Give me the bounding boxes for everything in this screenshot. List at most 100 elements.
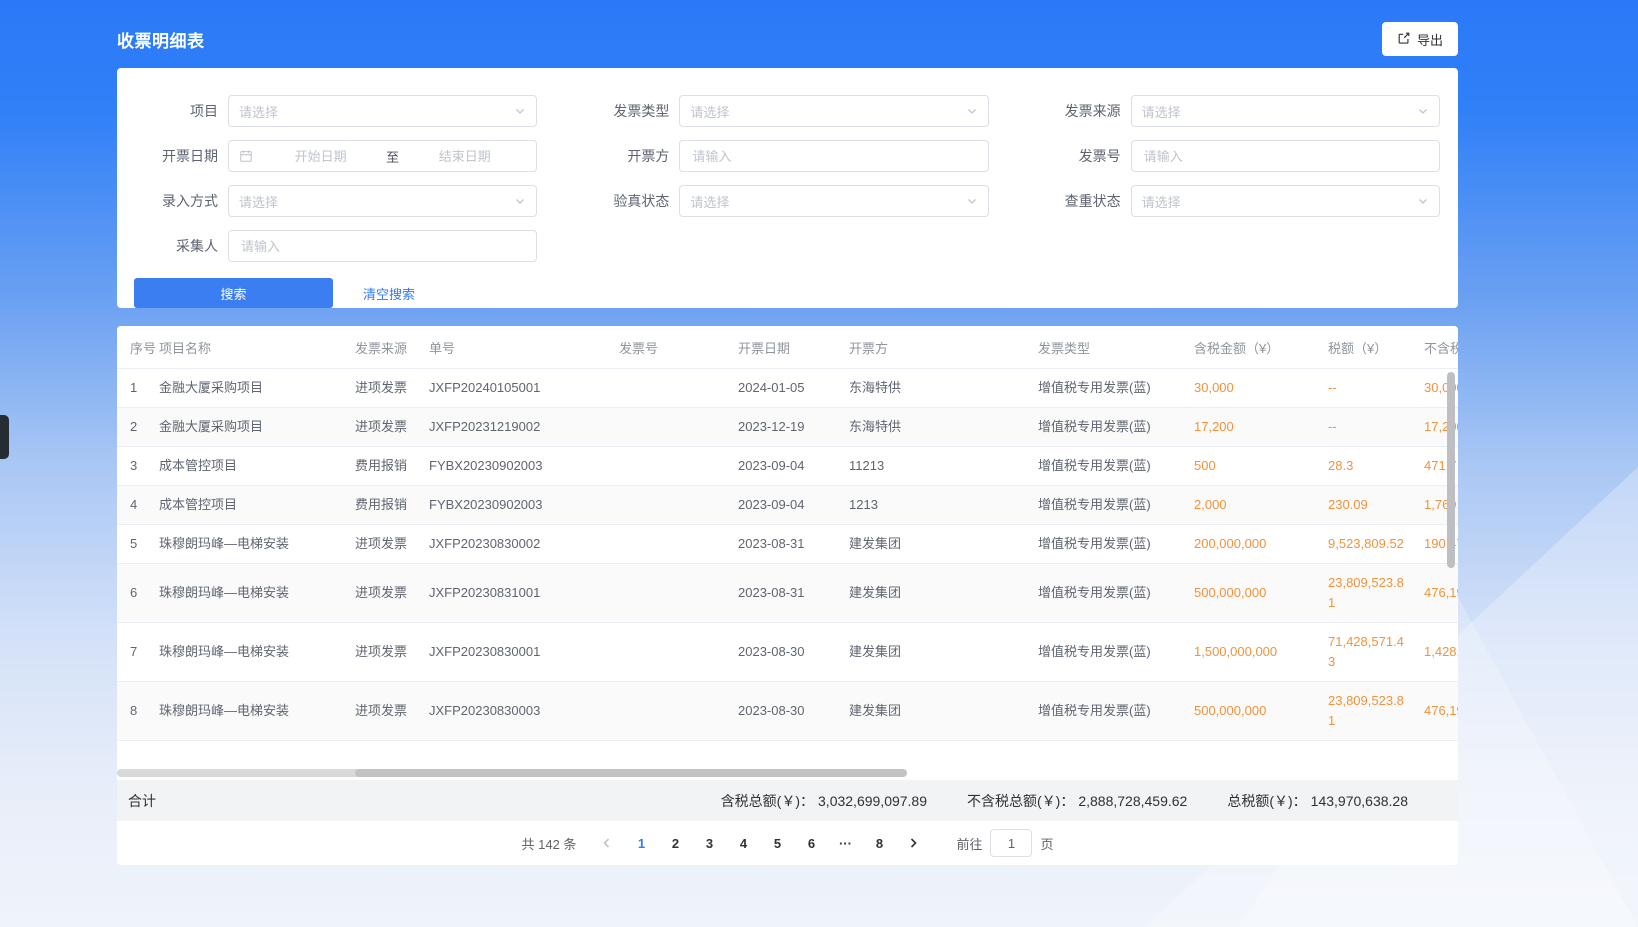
filter-input-issuer[interactable]	[679, 140, 988, 172]
filter-select-invoice-source[interactable]: 请选择	[1131, 95, 1440, 127]
table-cell: 71,428,571.43	[1328, 623, 1424, 682]
chevron-down-icon	[966, 105, 978, 117]
page-number-2[interactable]: 2	[661, 829, 689, 857]
filter-input-invoice-number[interactable]	[1131, 140, 1440, 172]
next-page-button[interactable]	[899, 829, 927, 857]
table-cell: 3	[117, 447, 159, 486]
table-cell: 500,000,000	[1194, 564, 1328, 623]
column-header: 项目名称	[159, 326, 355, 369]
filter-select-entry-method[interactable]: 请选择	[228, 185, 537, 217]
goto-page: 前往 页	[956, 829, 1053, 857]
page-number-3[interactable]: 3	[695, 829, 723, 857]
select-placeholder: 请选择	[1142, 102, 1417, 121]
page-number-1[interactable]: 1	[627, 829, 655, 857]
table-cell: 476,190,476.19	[1424, 682, 1458, 741]
end-date-input[interactable]	[401, 148, 528, 165]
table-cell: 进项发票	[355, 564, 429, 623]
table-cell: 建发集团	[849, 623, 1038, 682]
table-cell: 2023-08-30	[738, 623, 849, 682]
select-placeholder: 请选择	[690, 192, 965, 211]
filter-field-collector: 采集人	[134, 230, 537, 262]
filter-input-invoice-number[interactable]	[1142, 148, 1429, 165]
table-cell: 进项发票	[355, 682, 429, 741]
filter-label-collector: 采集人	[134, 236, 218, 256]
table-cell: 23,809,523.81	[1328, 564, 1424, 623]
filter-select-verify-status[interactable]: 请选择	[679, 185, 988, 217]
table-cell: 珠穆朗玛峰—电梯安装	[159, 564, 355, 623]
summary-tax-included: 含税总额(￥)：3,032,699,097.89	[721, 791, 927, 811]
table-cell: 建发集团	[849, 564, 1038, 623]
chevron-down-icon	[1417, 105, 1429, 117]
filter-field-dup-check-status: 查重状态请选择	[1037, 185, 1440, 217]
filter-input-issuer[interactable]	[690, 148, 977, 165]
filter-input-collector[interactable]	[239, 238, 526, 255]
start-date-input[interactable]	[257, 148, 384, 165]
filter-grid: 项目请选择发票类型请选择发票来源请选择开票日期至开票方发票号录入方式请选择验真状…	[134, 95, 1440, 262]
search-panel: 项目请选择发票类型请选择发票来源请选择开票日期至开票方发票号录入方式请选择验真状…	[117, 68, 1458, 308]
table-row: 7珠穆朗玛峰—电梯安装进项发票JXFP202308300012023-08-30…	[117, 623, 1458, 682]
summary-total-label: 合计	[128, 791, 156, 811]
page-number-4[interactable]: 4	[729, 829, 757, 857]
horizontal-scrollbar-track	[117, 769, 367, 777]
export-button[interactable]: 导出	[1382, 22, 1458, 56]
table-cell: 500	[1194, 447, 1328, 486]
table-row: 2金融大厦采购项目进项发票JXFP202312190022023-12-19东海…	[117, 408, 1458, 447]
table-cell: 5	[117, 525, 159, 564]
table-cell: 增值税专用发票(蓝)	[1038, 564, 1194, 623]
table-cell: 2024-01-05	[738, 369, 849, 408]
table-cell: --	[1328, 369, 1424, 408]
vertical-scrollbar-thumb[interactable]	[1447, 372, 1455, 568]
filter-label-project: 项目	[134, 101, 218, 121]
side-drawer-handle[interactable]	[0, 415, 9, 459]
table-cell: 500,000,000	[1194, 682, 1328, 741]
filter-field-invoice-type: 发票类型请选择	[585, 95, 988, 127]
column-header: 发票类型	[1038, 326, 1194, 369]
table-cell: 建发集团	[849, 682, 1038, 741]
select-placeholder: 请选择	[690, 102, 965, 121]
table-cell: 建发集团	[849, 525, 1038, 564]
filter-input-collector[interactable]	[228, 230, 537, 262]
table-cell: JXFP20240105001	[429, 369, 619, 408]
table-row: 8珠穆朗玛峰—电梯安装进项发票JXFP202308300032023-08-30…	[117, 682, 1458, 741]
filter-select-dup-check-status[interactable]: 请选择	[1131, 185, 1440, 217]
table-cell: 2023-08-31	[738, 525, 849, 564]
clear-search-button[interactable]: 清空搜索	[357, 283, 421, 304]
table-cell	[619, 447, 738, 486]
filter-field-verify-status: 验真状态请选择	[585, 185, 988, 217]
table-row: 5珠穆朗玛峰—电梯安装进项发票JXFP202308300022023-08-31…	[117, 525, 1458, 564]
prev-page-button[interactable]	[593, 829, 621, 857]
page-number-6[interactable]: 6	[797, 829, 825, 857]
filter-label-invoice-number: 发票号	[1037, 146, 1121, 166]
page-number-list: 123456···8	[624, 829, 896, 857]
table-cell: 4	[117, 486, 159, 525]
column-header: 开票日期	[738, 326, 849, 369]
filter-select-invoice-type[interactable]: 请选择	[679, 95, 988, 127]
table-cell: 进项发票	[355, 408, 429, 447]
table-cell: 30,000	[1194, 369, 1328, 408]
table-cell: 1213	[849, 486, 1038, 525]
filter-daterange-invoice-date[interactable]: 至	[228, 140, 537, 172]
page-number-8[interactable]: 8	[865, 829, 893, 857]
goto-label: 前往	[956, 834, 982, 853]
table-cell: 增值税专用发票(蓝)	[1038, 623, 1194, 682]
table-cell: 7	[117, 623, 159, 682]
table-scroll-area: 序号项目名称发票来源单号发票号开票日期开票方发票类型含税金额（¥）税额（¥）不含…	[117, 326, 1458, 766]
summary-total-tax: 总税额(￥)：143,970,638.28	[1227, 791, 1408, 811]
filter-field-project: 项目请选择	[134, 95, 537, 127]
goto-page-input[interactable]	[990, 829, 1032, 857]
table-cell: 11213	[849, 447, 1038, 486]
pagination: 共 142 条 123456···8 前往 页	[117, 821, 1458, 865]
page-number-5[interactable]: 5	[763, 829, 791, 857]
column-header: 税额（¥）	[1328, 326, 1424, 369]
table-row: 3成本管控项目费用报销FYBX202309020032023-09-041121…	[117, 447, 1458, 486]
pager-more[interactable]: ···	[831, 829, 859, 857]
filter-select-project[interactable]: 请选择	[228, 95, 537, 127]
table-cell: 费用报销	[355, 447, 429, 486]
table-cell: 2023-12-19	[738, 408, 849, 447]
search-button[interactable]: 搜索	[134, 278, 333, 308]
table-header-row: 序号项目名称发票来源单号发票号开票日期开票方发票类型含税金额（¥）税额（¥）不含…	[117, 326, 1458, 369]
table-cell: 1,500,000,000	[1194, 623, 1328, 682]
horizontal-scrollbar-thumb[interactable]	[355, 769, 907, 777]
table-cell: 2023-08-30	[738, 682, 849, 741]
table-body: 1金融大厦采购项目进项发票JXFP202401050012024-01-05东海…	[117, 369, 1458, 741]
